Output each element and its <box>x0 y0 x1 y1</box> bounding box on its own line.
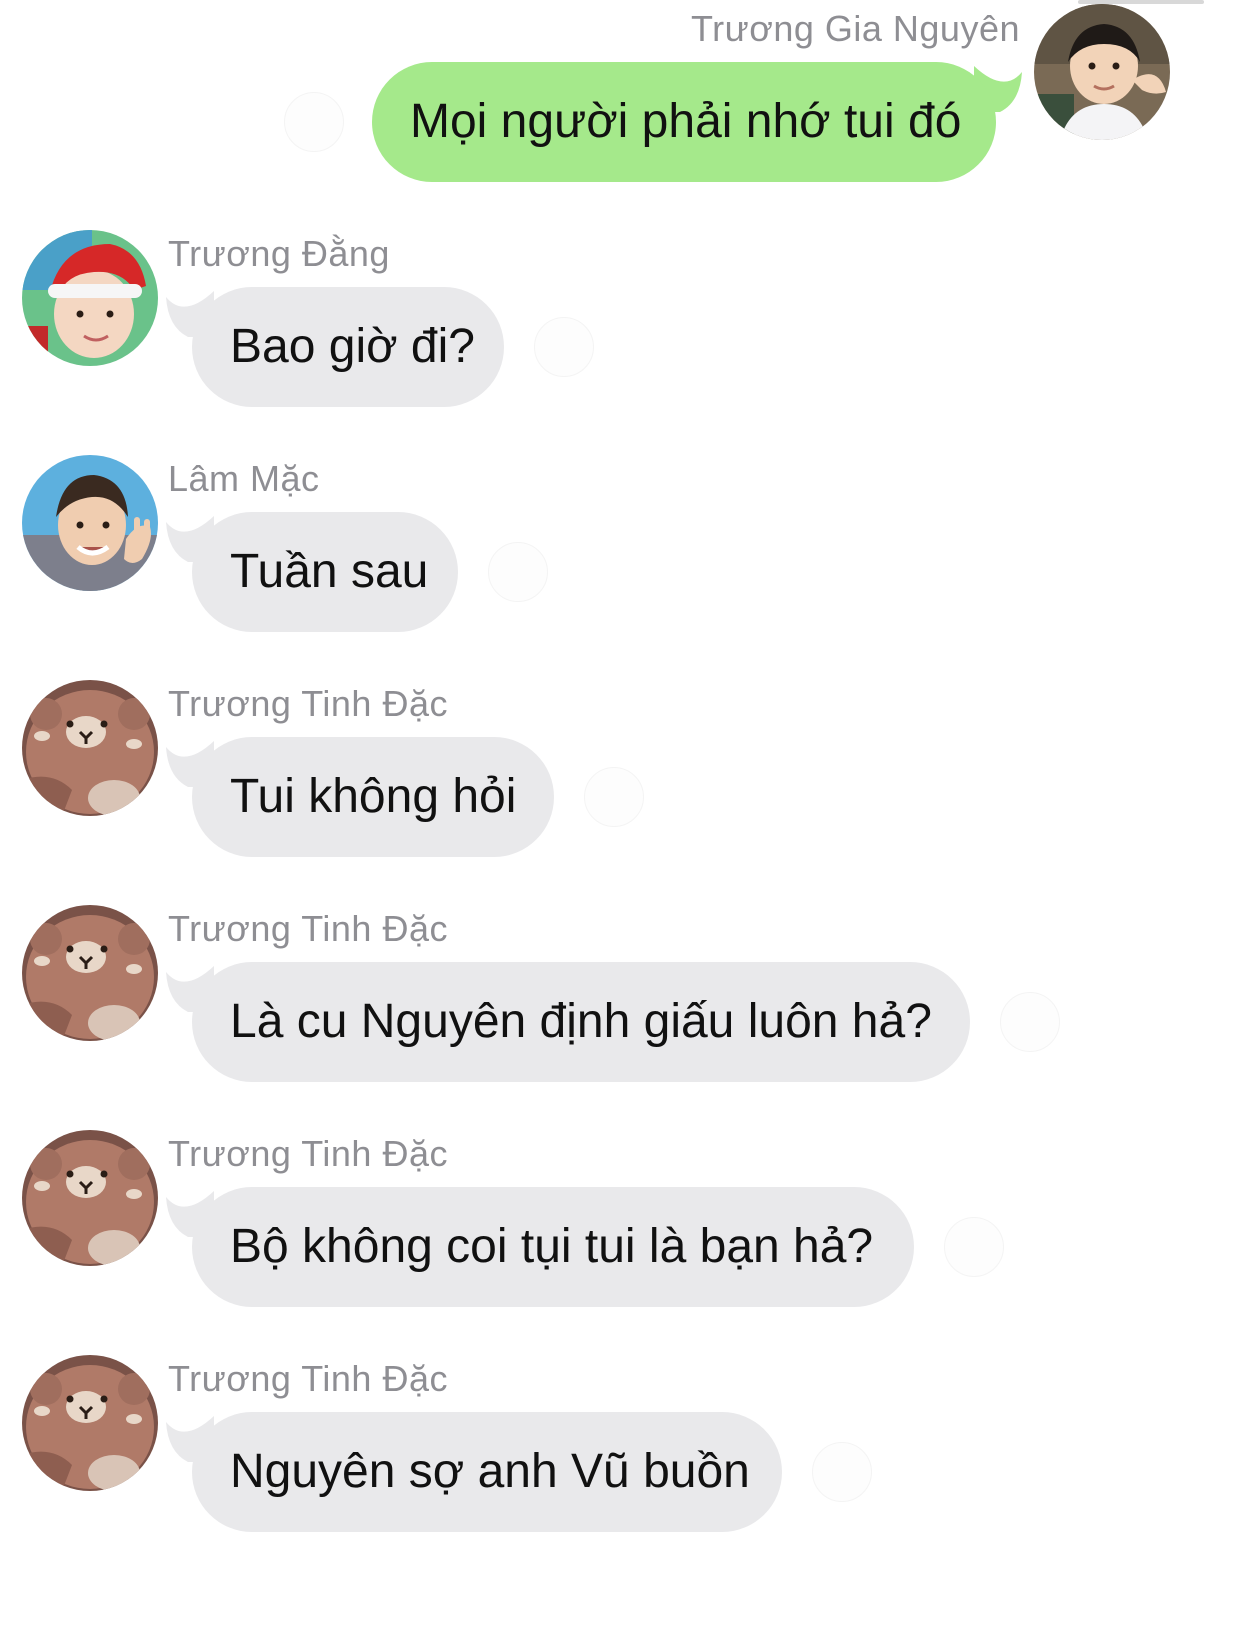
message-bubble[interactable]: Bộ không coi tụi tui là bạn hả? <box>192 1187 914 1307</box>
bear-hood-icon <box>22 1355 158 1491</box>
reaction-placeholder <box>1000 992 1060 1052</box>
message-bubble[interactable]: Mọi người phải nhớ tui đó <box>372 62 996 182</box>
bear-hood-icon <box>22 1130 158 1266</box>
waving-boy-icon <box>22 455 158 591</box>
reaction-placeholder <box>812 1442 872 1502</box>
sender-name: Trương Đằng <box>168 233 390 274</box>
sender-name: Trương Tinh Đặc <box>168 1133 448 1174</box>
message-bubble[interactable]: Là cu Nguyên định giấu luôn hả? <box>192 962 970 1082</box>
reaction-placeholder <box>534 317 594 377</box>
boy-portrait-icon <box>1034 4 1170 140</box>
avatar[interactable] <box>1034 4 1170 140</box>
avatar[interactable] <box>22 680 158 816</box>
sender-name: Trương Gia Nguyên <box>690 8 1020 49</box>
reaction-placeholder <box>284 92 344 152</box>
message-bubble[interactable]: Bao giờ đi? <box>192 287 504 407</box>
sender-name: Trương Tinh Đặc <box>168 908 448 949</box>
reaction-placeholder <box>488 542 548 602</box>
message-bubble[interactable]: Nguyên sợ anh Vũ buồn <box>192 1412 782 1532</box>
sender-name: Trương Tinh Đặc <box>168 1358 448 1399</box>
avatar[interactable] <box>22 1130 158 1266</box>
reaction-placeholder <box>584 767 644 827</box>
bear-hood-icon <box>22 905 158 1041</box>
santa-hat-boy-icon <box>22 230 158 366</box>
avatar[interactable] <box>22 230 158 366</box>
avatar[interactable] <box>22 1355 158 1491</box>
avatar[interactable] <box>22 905 158 1041</box>
sender-name: Trương Tinh Đặc <box>168 683 448 724</box>
avatar[interactable] <box>22 455 158 591</box>
reaction-placeholder <box>944 1217 1004 1277</box>
bear-hood-icon <box>22 680 158 816</box>
sender-name: Lâm Mặc <box>168 458 320 499</box>
message-bubble[interactable]: Tui không hỏi <box>192 737 554 857</box>
message-bubble[interactable]: Tuần sau <box>192 512 458 632</box>
